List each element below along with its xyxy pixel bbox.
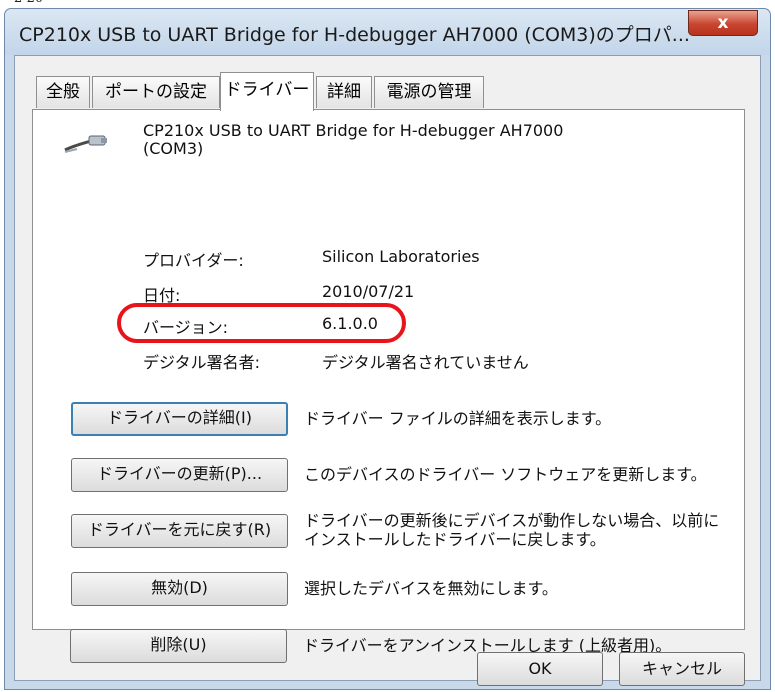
ok-button[interactable]: OK: [477, 652, 603, 686]
digital-signer-value: デジタル署名されていません: [322, 353, 529, 372]
update-driver-button[interactable]: ドライバーの更新(P)...: [71, 458, 288, 492]
date-value: 2010/07/21: [322, 282, 415, 301]
disable-device-button[interactable]: 無効(D): [71, 572, 288, 606]
close-button[interactable]: x: [688, 10, 758, 36]
driver-details-button[interactable]: ドライバーの詳細(I): [71, 402, 288, 436]
provider-label: プロバイダー:: [143, 251, 244, 270]
usb-cable-icon: [64, 135, 107, 153]
uninstall-driver-button[interactable]: 削除(U): [70, 629, 287, 663]
provider-value: Silicon Laboratories: [322, 247, 480, 266]
window-title: CP210x USB to UART Bridge for H-debugger…: [19, 24, 690, 46]
version-highlight-annotation: [117, 303, 406, 343]
caption-text: 2-20: [14, 0, 43, 6]
disable-device-description: 選択したデバイスを無効にします。: [304, 579, 558, 598]
driver-details-description: ドライバー ファイルの詳細を表示します。: [304, 409, 612, 428]
close-icon: x: [717, 13, 729, 33]
tab-port-settings[interactable]: ポートの設定: [92, 76, 220, 108]
cancel-button[interactable]: キャンセル: [619, 652, 745, 686]
title-bar[interactable]: CP210x USB to UART Bridge for H-debugger…: [5, 9, 770, 55]
tab-general[interactable]: 全般: [36, 76, 90, 108]
dialog-client-area: 全般 ポートの設定 ドライバー 詳細 電源の管理 CP210x USB to U…: [14, 55, 761, 686]
update-driver-description: このデバイスのドライバー ソフトウェアを更新します。: [304, 465, 707, 484]
properties-dialog: CP210x USB to UART Bridge for H-debugger…: [4, 8, 771, 690]
roll-back-driver-button[interactable]: ドライバーを元に戻す(R): [71, 514, 288, 548]
driver-tab-panel: CP210x USB to UART Bridge for H-debugger…: [32, 109, 745, 630]
roll-back-driver-description: ドライバーの更新後にデバイスが動作しない場合、以前に インストールしたドライバー…: [304, 511, 720, 549]
background-caption-fragment: 2-20: [0, 0, 775, 8]
tab-details[interactable]: 詳細: [316, 76, 372, 108]
tab-driver[interactable]: ドライバー: [220, 72, 314, 111]
tab-power-management[interactable]: 電源の管理: [374, 76, 484, 108]
digital-signer-label: デジタル署名者:: [143, 353, 261, 372]
device-name: CP210x USB to UART Bridge for H-debugger…: [143, 121, 564, 158]
